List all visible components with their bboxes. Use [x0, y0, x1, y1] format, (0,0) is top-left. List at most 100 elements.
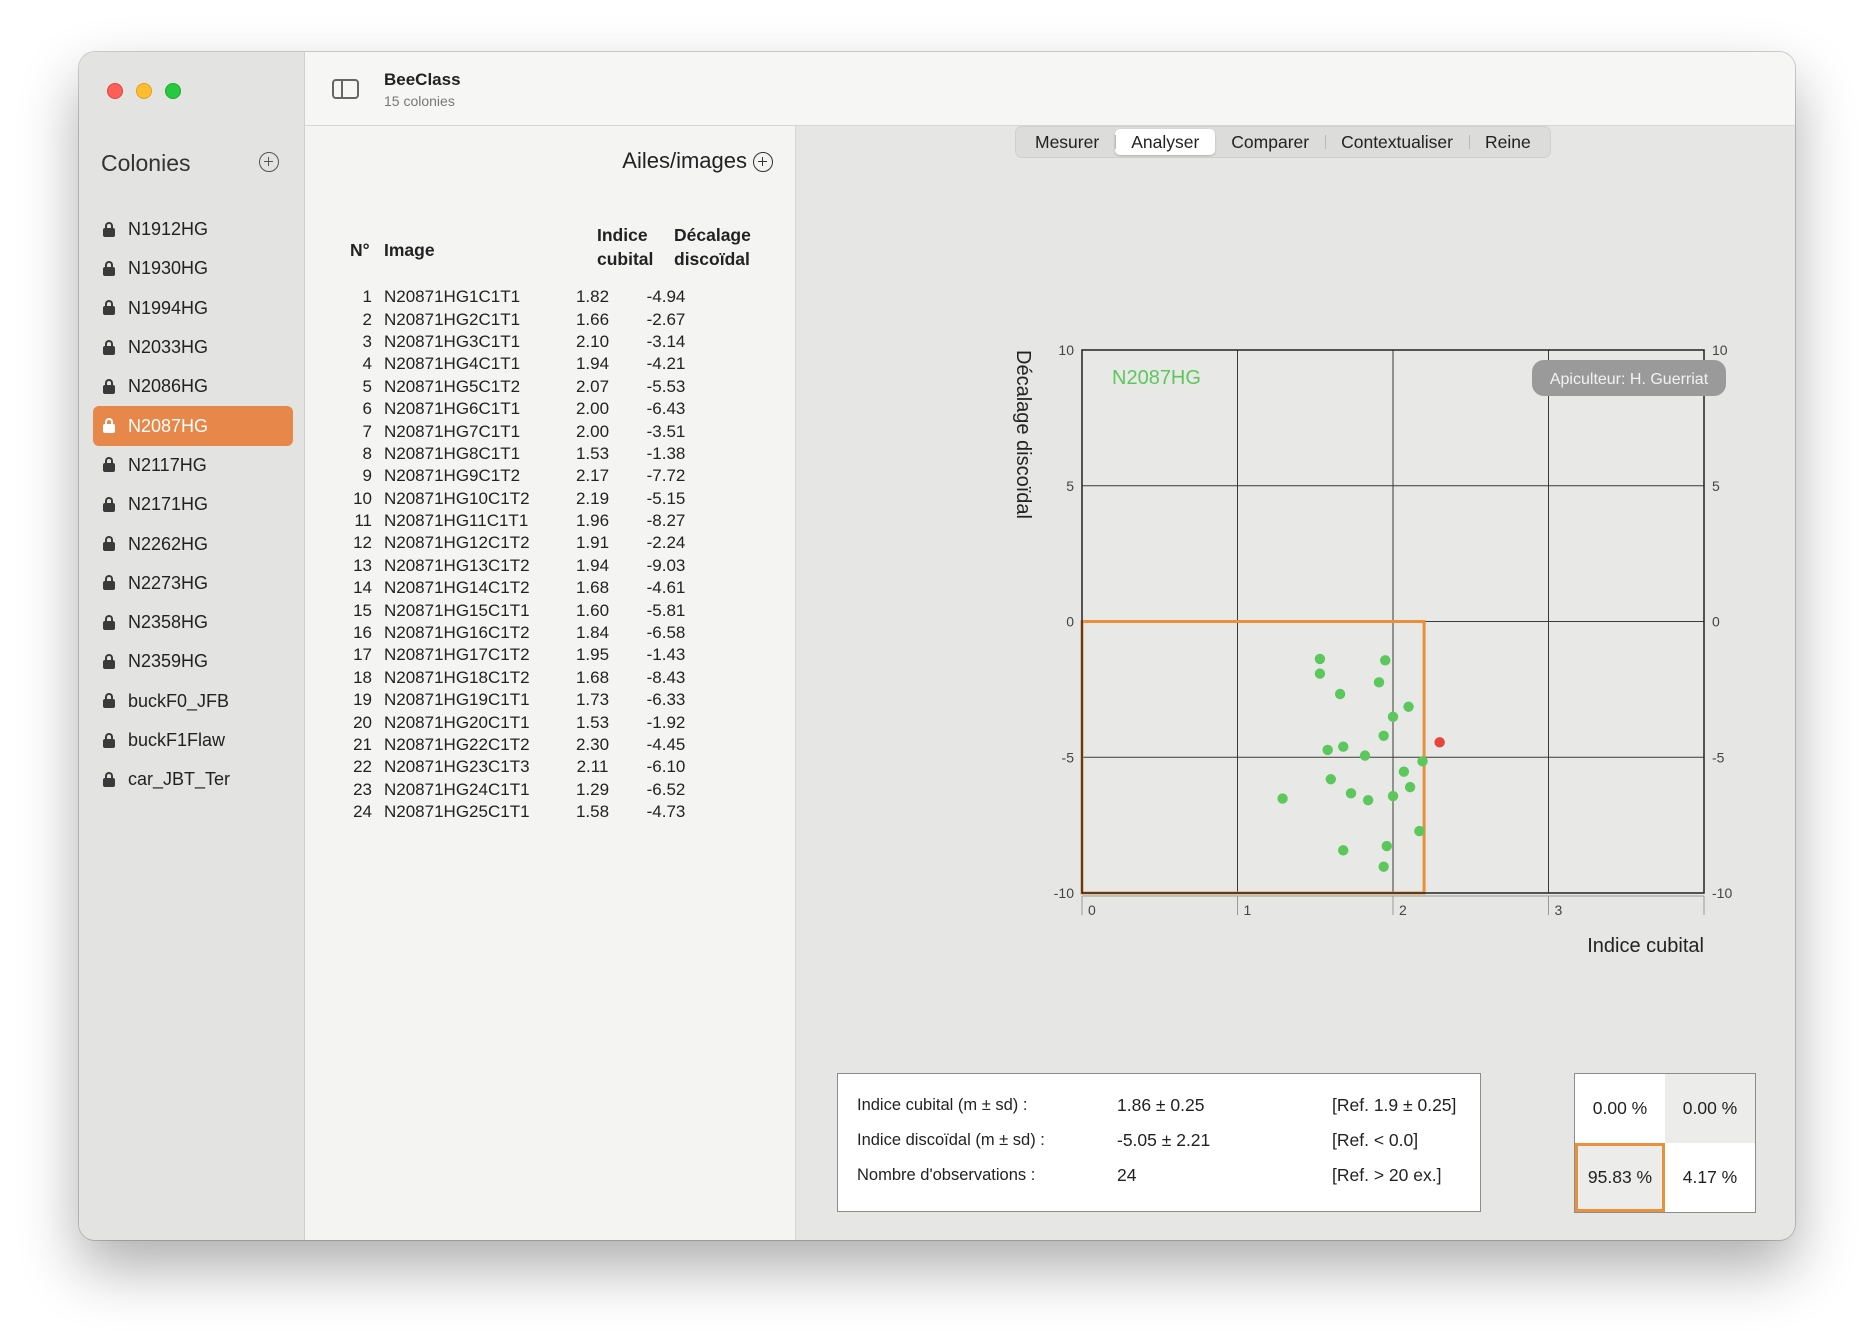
close-window-button[interactable]: [107, 83, 123, 99]
add-image-icon[interactable]: [753, 152, 773, 172]
row-discoidal: -9.03: [646, 555, 686, 575]
lock-icon: [103, 575, 115, 591]
data-point: [1380, 655, 1391, 666]
row-number: 16: [353, 623, 372, 643]
row-image: N20871HG12C1T2: [384, 533, 530, 553]
stats-value: 1.86 ± 0.25: [1117, 1095, 1205, 1115]
table-row[interactable]: 22 N20871HG23C1T3 2.11 -6.10: [350, 756, 770, 778]
row-discoidal: -4.94: [646, 287, 686, 307]
row-cubital: 1.94: [575, 354, 610, 374]
app-title: BeeClass: [384, 70, 461, 89]
colony-item[interactable]: N2359HG: [93, 642, 293, 681]
row-image: N20871HG14C1T2: [384, 578, 530, 598]
table-row[interactable]: 19 N20871HG19C1T1 1.73 -6.33: [350, 689, 770, 711]
table-row[interactable]: 17 N20871HG17C1T2 1.95 -1.43: [350, 644, 770, 666]
row-discoidal: -2.67: [646, 309, 686, 329]
data-point: [1373, 677, 1385, 688]
data-point: [1338, 741, 1349, 752]
add-colony-icon[interactable]: [259, 152, 279, 172]
table-row[interactable]: 11 N20871HG11C1T1 1.96 -8.27: [350, 510, 770, 532]
sidebar: Colonies N1912HG N1930HG N1994HG N2033HG N20…: [79, 52, 305, 1240]
row-cubital: 1.68: [575, 578, 610, 598]
row-image: N20871HG5C1T2: [384, 376, 521, 396]
lock-icon: [103, 693, 115, 709]
zoom-window-button[interactable]: [165, 83, 181, 99]
row-cubital: 2.00: [575, 399, 610, 419]
wings-panel-title: Ailes/images: [622, 148, 747, 173]
table-row[interactable]: 3 N20871HG3C1T1 2.10 -3.14: [350, 331, 770, 353]
col-header-discoidal: Décalage discoïdal: [674, 225, 751, 269]
table-row[interactable]: 18 N20871HG18C1T2 1.68 -8.43: [350, 667, 770, 689]
colony-item[interactable]: buckF0_JFB: [93, 682, 293, 721]
row-discoidal: -3.51: [646, 421, 686, 441]
quadrant-bottom-left: 95.83 %: [1575, 1143, 1665, 1212]
row-image: N20871HG20C1T1: [384, 712, 530, 732]
table-row[interactable]: 1 N20871HG1C1T1 1.82 -4.94: [350, 286, 770, 308]
data-point: [1417, 756, 1428, 767]
row-discoidal: -8.43: [646, 667, 686, 687]
row-discoidal: -6.10: [646, 757, 686, 777]
minimize-window-button[interactable]: [136, 83, 152, 99]
row-cubital: 1.82: [575, 287, 610, 307]
colony-item[interactable]: N2033HG: [93, 328, 293, 367]
lock-icon: [103, 536, 115, 552]
table-row[interactable]: 15 N20871HG15C1T1 1.60 -5.81: [350, 599, 770, 621]
table-row[interactable]: 13 N20871HG13C1T2 1.94 -9.03: [350, 555, 770, 577]
row-cubital: 1.73: [575, 690, 610, 710]
table-row[interactable]: 24 N20871HG25C1T1 1.58 -4.73: [350, 801, 770, 823]
colony-item[interactable]: N1912HG: [93, 210, 293, 249]
col-header-cubital: Indice cubital: [597, 225, 654, 269]
row-number: 4: [362, 354, 372, 374]
colony-label: N2117HG: [128, 454, 207, 475]
table-row[interactable]: 14 N20871HG14C1T2 1.68 -4.61: [350, 577, 770, 599]
row-image: N20871HG19C1T1: [384, 690, 530, 710]
table-row[interactable]: 21 N20871HG22C1T2 2.30 -4.45: [350, 734, 770, 756]
colony-item[interactable]: car_JBT_Ter: [93, 760, 293, 799]
table-row[interactable]: 5 N20871HG5C1T2 2.07 -5.53: [350, 376, 770, 398]
row-image: N20871HG6C1T1: [384, 399, 521, 419]
table-row[interactable]: 4 N20871HG4C1T1 1.94 -4.21: [350, 353, 770, 375]
row-cubital: 1.94: [575, 555, 610, 575]
table-row[interactable]: 23 N20871HG24C1T1 1.29 -6.52: [350, 779, 770, 801]
stats-label: Indice cubital (m ± sd) :: [857, 1096, 1028, 1114]
colony-label: N2087HG: [128, 415, 209, 436]
row-discoidal: -1.43: [646, 645, 686, 665]
colony-item[interactable]: N2086HG: [93, 367, 293, 406]
table-row[interactable]: 8 N20871HG8C1T1 1.53 -1.38: [350, 443, 770, 465]
data-point: [1322, 744, 1333, 756]
row-number: 13: [353, 555, 372, 575]
y-tick-label-right: -10: [1712, 885, 1732, 901]
colony-list: N1912HG N1930HG N1994HG N2033HG N2086HG N2087…: [93, 210, 293, 799]
colony-item[interactable]: N2273HG: [93, 564, 293, 603]
lock-icon: [103, 496, 115, 513]
colony-item[interactable]: N2117HG: [93, 446, 293, 485]
colony-item[interactable]: N2262HG: [93, 524, 293, 563]
y-axis-label: Décalage discoïdal: [1012, 350, 1034, 519]
sidebar-toggle-icon[interactable]: [332, 79, 359, 99]
row-number: 12: [353, 533, 372, 553]
row-number: 20: [353, 712, 372, 732]
colony-item[interactable]: buckF1Flaw: [93, 721, 293, 760]
table-row[interactable]: 20 N20871HG20C1T1 1.53 -1.92: [350, 711, 770, 733]
table-row[interactable]: 2 N20871HG2C1T1 1.66 -2.67: [350, 308, 770, 330]
data-point: [1434, 737, 1445, 748]
colony-label: N1912HG: [128, 219, 209, 240]
table-row[interactable]: 6 N20871HG6C1T1 2.00 -6.43: [350, 398, 770, 420]
table-row[interactable]: 7 N20871HG7C1T1 2.00 -3.51: [350, 420, 770, 442]
quadrant-box: 0.00 % 0.00 % 95.83 % 4.17 %: [1574, 1073, 1756, 1213]
colony-item[interactable]: N2171HG: [93, 485, 293, 524]
table-row[interactable]: 10 N20871HG10C1T2 2.19 -5.15: [350, 488, 770, 510]
colony-item[interactable]: N1994HG: [93, 289, 293, 328]
colony-item[interactable]: N2358HG: [93, 603, 293, 642]
colony-item[interactable]: N2087HG: [93, 406, 293, 446]
data-point: [1378, 861, 1389, 872]
table-row[interactable]: 9 N20871HG9C1T2 2.17 -7.72: [350, 465, 770, 487]
col-header-image: Image: [384, 240, 435, 260]
table-row[interactable]: 16 N20871HG16C1T2 1.84 -6.58: [350, 622, 770, 644]
colony-item[interactable]: N1930HG: [93, 249, 293, 288]
row-cubital: 1.53: [575, 712, 610, 732]
table-row[interactable]: 12 N20871HG12C1T2 1.91 -2.24: [350, 532, 770, 554]
row-number: 9: [362, 466, 372, 486]
lock-icon: [103, 614, 115, 631]
row-cubital: 1.84: [575, 623, 610, 643]
